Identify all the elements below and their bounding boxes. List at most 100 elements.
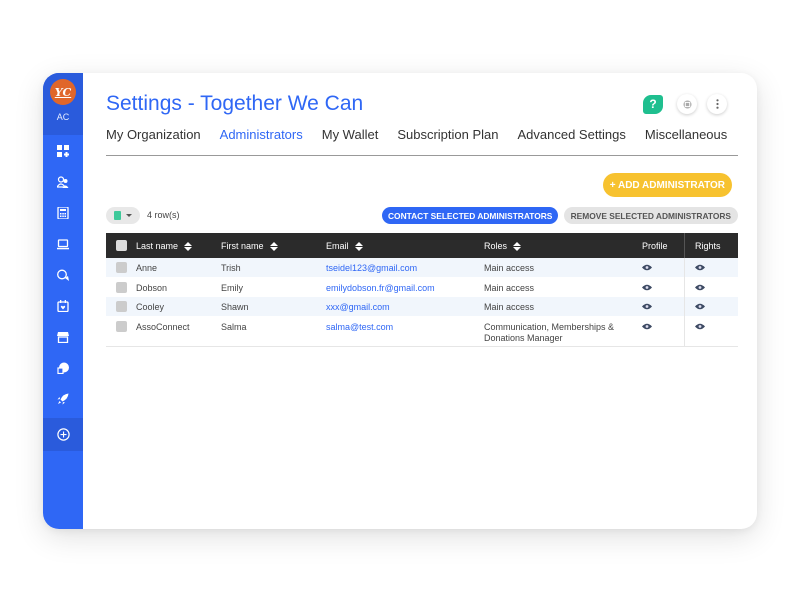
column-last-name[interactable]: Last name: [136, 241, 193, 251]
chat-icon: [57, 269, 69, 281]
cell-first-name: Salma: [221, 321, 247, 332]
cell-first-name: Shawn: [221, 302, 249, 312]
header-divider: [684, 233, 685, 258]
tab-administrators[interactable]: Administrators: [220, 127, 303, 155]
help-button[interactable]: ?: [643, 94, 663, 114]
cell-email[interactable]: tseidel123@gmail.com: [326, 263, 417, 273]
tab-my-organization[interactable]: My Organization: [106, 127, 201, 155]
laptop-icon: [57, 238, 69, 249]
cell-last-name: Dobson: [136, 282, 168, 293]
column-divider: [684, 258, 685, 347]
tab-my-wallet[interactable]: My Wallet: [322, 127, 379, 155]
cell-roles: Main access: [484, 302, 535, 312]
view-rights-button[interactable]: [695, 302, 705, 312]
row-checkbox[interactable]: [116, 281, 127, 293]
column-rights: Rights: [695, 241, 721, 251]
column-roles[interactable]: Roles: [484, 241, 522, 251]
column-label: Last name: [136, 241, 179, 251]
chevron-down-icon: [126, 214, 132, 217]
tab-advanced-settings[interactable]: Advanced Settings: [517, 127, 625, 155]
sidebar-item-communication[interactable]: [43, 259, 83, 290]
eye-icon: [695, 284, 705, 290]
sidebar-profile[interactable]: YC AC: [43, 73, 83, 135]
language-icon: [683, 100, 691, 108]
table-row: AssoConnect Salma salma@test.com Communi…: [106, 316, 738, 347]
page-title: Settings - Together We Can: [106, 92, 364, 115]
eye-icon: [642, 323, 652, 329]
eye-icon: [642, 303, 652, 310]
cell-last-name: AssoConnect: [136, 321, 190, 332]
tab-subscription-plan[interactable]: Subscription Plan: [397, 127, 498, 155]
sidebar-item-members[interactable]: [43, 166, 83, 197]
cell-email[interactable]: salma@test.com: [326, 322, 393, 332]
cell-last-name: Anne: [136, 263, 158, 273]
view-rights-button[interactable]: [695, 263, 705, 273]
app-window: YC AC Settings - Together We Can ? My Or…: [43, 73, 757, 529]
view-profile-button[interactable]: [642, 263, 652, 273]
cell-roles: Main access: [484, 282, 535, 293]
table-toolbar: 4 row(s) CONTACT SELECTED ADMINISTRATORS…: [106, 207, 738, 224]
help-icon: ?: [649, 97, 657, 111]
plus-circle-icon: [56, 428, 70, 441]
sidebar-add-button[interactable]: [43, 418, 83, 451]
header-actions: ?: [643, 94, 727, 114]
column-label: First name: [221, 241, 264, 251]
cell-roles: Main access: [484, 263, 535, 273]
sidebar-item-projects[interactable]: [43, 383, 83, 414]
view-profile-button[interactable]: [642, 283, 652, 293]
table-row: Dobson Emily emilydobson.fr@gmail.com Ma…: [106, 278, 738, 297]
sidebar-item-dashboard[interactable]: [43, 135, 83, 166]
eye-icon: [695, 303, 705, 310]
contact-selected-button[interactable]: CONTACT SELECTED ADMINISTRATORS: [382, 207, 559, 224]
column-first-name[interactable]: First name: [221, 241, 278, 251]
sidebar-item-donations[interactable]: [43, 352, 83, 383]
language-button[interactable]: [677, 94, 697, 114]
cell-first-name: Trish: [221, 263, 241, 273]
column-email[interactable]: Email: [326, 241, 363, 251]
dashboard-icon: [57, 144, 69, 157]
row-checkbox[interactable]: [116, 262, 127, 273]
tab-miscellaneous[interactable]: Miscellaneous: [645, 127, 727, 155]
members-icon: [57, 175, 69, 188]
main-content: Settings - Together We Can ? My Organiza…: [83, 73, 757, 529]
remove-selected-button[interactable]: REMOVE SELECTED ADMINISTRATORS: [563, 207, 738, 224]
calendar-icon: [57, 299, 69, 312]
avatar[interactable]: YC: [50, 79, 76, 105]
view-profile-button[interactable]: [642, 302, 652, 312]
sidebar: YC AC: [43, 73, 83, 529]
spreadsheet-icon: [114, 211, 121, 220]
add-administrator-button[interactable]: + ADD ADMINISTRATOR: [602, 173, 732, 197]
table-body: Anne Trish tseidel123@gmail.com Main acc…: [106, 258, 738, 347]
settings-tabs: My Organization Administrators My Wallet…: [106, 127, 738, 156]
cell-email[interactable]: emilydobson.fr@gmail.com: [326, 283, 435, 293]
sidebar-item-website[interactable]: [43, 228, 83, 259]
donation-icon: [57, 362, 69, 374]
more-vertical-icon: [715, 99, 719, 109]
view-profile-button[interactable]: [642, 322, 652, 332]
cell-roles: Communication, Memberships & Donations M…: [484, 321, 615, 343]
sort-icon: [354, 241, 363, 251]
sidebar-item-events[interactable]: [43, 290, 83, 321]
eye-icon: [642, 264, 652, 271]
more-options-button[interactable]: [707, 94, 727, 114]
column-label: Email: [326, 241, 349, 251]
table-row: Anne Trish tseidel123@gmail.com Main acc…: [106, 258, 738, 278]
store-icon: [57, 331, 69, 343]
row-checkbox[interactable]: [116, 301, 127, 312]
cell-email[interactable]: xxx@gmail.com: [326, 302, 390, 312]
export-dropdown[interactable]: [106, 207, 140, 224]
view-rights-button[interactable]: [695, 322, 705, 332]
sidebar-item-accounting[interactable]: [43, 197, 83, 228]
sidebar-item-shop[interactable]: [43, 321, 83, 352]
column-profile: Profile: [642, 241, 668, 251]
user-initials: AC: [56, 112, 70, 122]
row-checkbox[interactable]: [116, 320, 127, 332]
cell-first-name: Emily: [221, 282, 243, 293]
table-header: Last name First name Email Roles Profile…: [106, 233, 738, 258]
rocket-icon: [57, 393, 69, 404]
select-all-checkbox[interactable]: [116, 240, 127, 251]
sort-icon: [184, 241, 193, 251]
row-count: 4 row(s): [147, 210, 180, 220]
table-row: Cooley Shawn xxx@gmail.com Main access: [106, 297, 738, 317]
view-rights-button[interactable]: [695, 283, 705, 293]
